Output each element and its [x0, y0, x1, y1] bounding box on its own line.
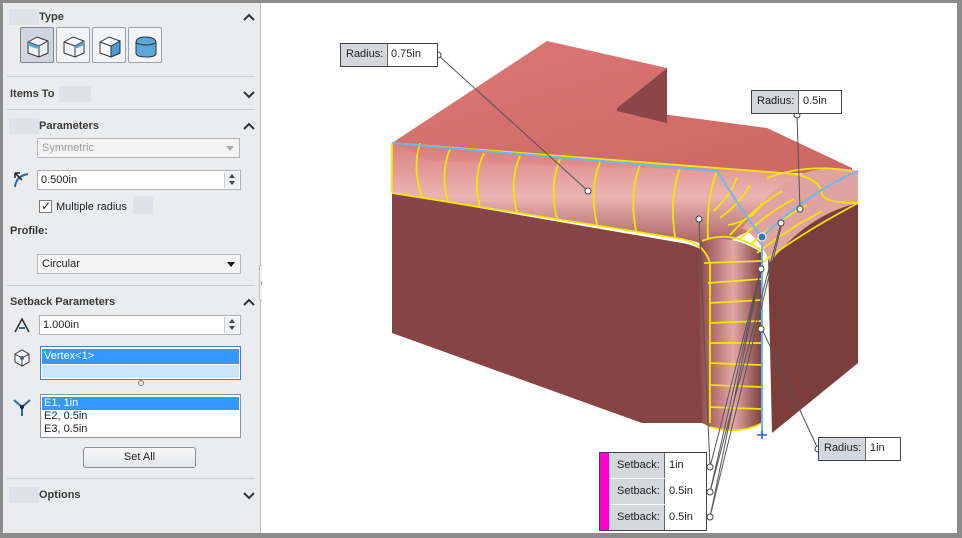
multiple-radius-label: Multiple radius — [56, 201, 127, 213]
list-item[interactable]: E3, 0.5in — [42, 423, 239, 436]
radius-callout-bottom[interactable]: Radius: 1in — [818, 437, 901, 461]
profile-label: Profile: — [10, 225, 48, 237]
constant-radius-fillet-icon — [27, 36, 49, 58]
radius-stepper[interactable] — [224, 172, 239, 188]
section-divider — [7, 109, 255, 110]
setback-edge-list[interactable]: E1, 1in E2, 0.5in E3, 0.5in — [40, 394, 241, 438]
callout-value[interactable]: 0.5in — [803, 95, 827, 107]
list-item[interactable]: E1, 1in — [42, 397, 239, 410]
chevron-down-icon — [226, 146, 234, 151]
callout-key: Radius: — [341, 44, 389, 66]
callout-key: Radius: — [819, 438, 867, 460]
list-item[interactable]: Vertex<1> — [42, 349, 239, 364]
items-section-title: Items To — [10, 88, 55, 100]
setback-callout[interactable]: Setback: 1in Setback: 0.5in Setback: 0.5… — [599, 452, 707, 531]
chevron-up-icon[interactable] — [243, 11, 255, 23]
callout-key: Radius: — [752, 91, 800, 113]
section-divider — [7, 285, 255, 286]
edge-setback-icon — [11, 394, 33, 421]
full-round-fillet-button[interactable] — [128, 27, 162, 63]
radius-input[interactable]: 0.500in — [37, 170, 241, 190]
constant-radius-fillet-button[interactable] — [20, 27, 54, 63]
chevron-down-icon[interactable] — [243, 88, 255, 100]
distance-icon — [11, 314, 33, 339]
fillet-property-manager: Type Items To Parameters Symmetric 0.500… — [3, 3, 261, 533]
callout-value[interactable]: 0.75in — [391, 48, 421, 60]
section-icon-placeholder — [9, 9, 39, 25]
multiple-radius-checkbox[interactable] — [39, 199, 52, 213]
profile-select[interactable]: Circular — [37, 254, 241, 274]
solidworks-fillet-window: Type Items To Parameters Symmetric 0.500… — [3, 3, 957, 533]
radius-callout-top-right[interactable]: Radius: 0.5in — [751, 90, 842, 114]
radius-callout-top-left[interactable]: Radius: 0.75in — [340, 43, 438, 67]
list-item[interactable]: E2, 0.5in — [42, 410, 239, 423]
chevron-up-icon[interactable] — [243, 296, 255, 308]
setback-marker — [600, 453, 609, 530]
radius-icon — [11, 169, 33, 194]
multiple-radius-icon — [133, 196, 153, 214]
resize-handle-icon[interactable] — [137, 378, 145, 390]
setback-distance-value: 1.000in — [43, 319, 80, 331]
vertex-icon — [12, 348, 32, 371]
radius-value: 0.500in — [41, 174, 78, 186]
callout-key: Setback: — [609, 453, 665, 478]
section-icon-placeholder — [59, 86, 91, 102]
fillet-method-select[interactable]: Symmetric — [37, 138, 240, 158]
parameters-section-title: Parameters — [39, 120, 99, 132]
setback-distance-stepper[interactable] — [224, 317, 239, 333]
callout-value[interactable]: 0.5in — [669, 511, 693, 523]
setback-section-header[interactable]: Setback Parameters — [3, 290, 261, 316]
face-fillet-icon — [99, 36, 121, 58]
section-divider — [7, 478, 255, 479]
setback-distance-input[interactable]: 1.000in — [39, 315, 241, 335]
list-item[interactable] — [42, 365, 239, 378]
setback-section-title: Setback Parameters — [10, 296, 116, 308]
profile-value: Circular — [42, 258, 80, 270]
variable-radius-fillet-icon — [63, 36, 85, 58]
parameters-section-header[interactable]: Parameters — [3, 114, 261, 140]
callout-value[interactable]: 0.5in — [669, 485, 693, 497]
chevron-down-icon[interactable] — [243, 489, 255, 501]
face-fillet-button[interactable] — [92, 27, 126, 63]
vertex-marker — [757, 232, 767, 242]
vertical-fillet-strip — [698, 238, 762, 431]
arrow-down-icon — [229, 326, 235, 330]
setback-vertex-list[interactable]: Vertex<1> — [40, 346, 241, 380]
callout-key: Setback: — [609, 479, 665, 504]
full-round-fillet-icon — [135, 36, 157, 58]
type-section-title: Type — [39, 11, 64, 23]
set-all-button[interactable]: Set All — [83, 447, 196, 468]
chevron-up-icon[interactable] — [243, 120, 255, 132]
fillet-method-value: Symmetric — [42, 142, 94, 154]
section-divider — [7, 76, 255, 77]
graphics-viewport[interactable]: Radius: 0.75in Radius: 0.5in Radius: 1in… — [262, 3, 957, 533]
triad-marker — [757, 431, 767, 439]
options-section-header[interactable]: Options — [3, 483, 261, 509]
callout-value[interactable]: 1in — [870, 442, 885, 454]
section-icon-placeholder — [9, 487, 39, 503]
callout-key: Setback: — [609, 505, 665, 530]
variable-radius-fillet-button[interactable] — [56, 27, 90, 63]
arrow-down-icon — [229, 181, 235, 185]
section-icon-placeholder — [9, 118, 39, 134]
options-section-title: Options — [39, 489, 81, 501]
chevron-down-icon — [227, 262, 235, 267]
callout-value[interactable]: 1in — [669, 459, 684, 471]
arrow-up-icon — [229, 174, 235, 178]
arrow-up-icon — [229, 319, 235, 323]
items-section-header[interactable]: Items To — [3, 82, 261, 108]
